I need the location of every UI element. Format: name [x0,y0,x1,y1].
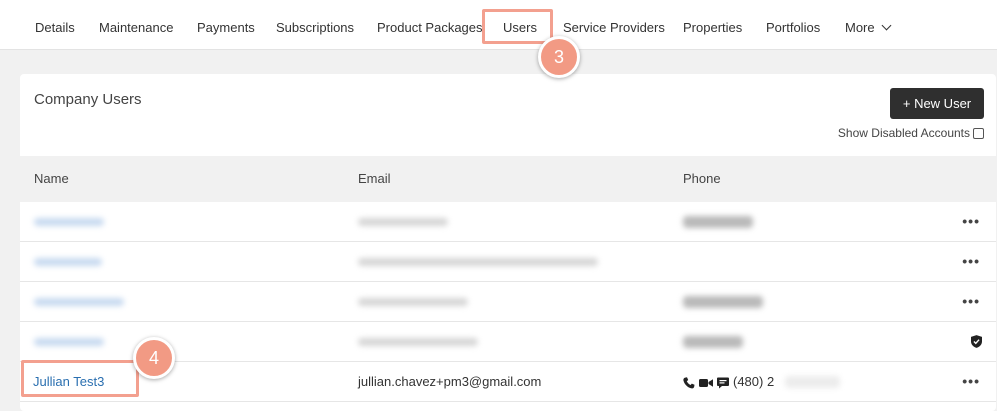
more-icon[interactable]: ••• [962,242,980,280]
video-icon [699,378,713,387]
column-header-email: Email [358,171,391,186]
tab-service-providers[interactable]: Service Providers [563,0,665,50]
tab-product-packages[interactable]: Product Packages [377,0,483,50]
user-email: jullian.chavez+pm3@gmail.com [358,374,542,389]
tab-details[interactable]: Details [35,0,75,50]
redacted-email [358,338,478,346]
tab-subscriptions[interactable]: Subscriptions [276,0,354,50]
chat-icon [717,377,729,389]
card-title: Company Users [34,91,142,108]
redacted-email [358,258,598,266]
step-badge-3: 3 [538,36,580,78]
tab-portfolios[interactable]: Portfolios [766,0,820,50]
user-name-link[interactable]: Jullian Test3 [33,362,104,402]
table-row: ••• [20,282,996,322]
column-header-phone: Phone [683,171,721,186]
chevron-down-icon [881,20,892,31]
step-badge-4: 4 [133,337,175,379]
redacted-name [34,338,104,346]
redacted-name [34,218,104,226]
redacted-phone [683,216,753,228]
redacted-email [358,218,448,226]
show-disabled-toggle[interactable]: Show Disabled Accounts [838,126,984,140]
show-disabled-label: Show Disabled Accounts [837,126,970,140]
tab-payments[interactable]: Payments [197,0,255,50]
checkbox-icon[interactable] [973,127,984,139]
table-row: ••• [20,242,996,282]
redacted-email [358,298,468,306]
tab-properties[interactable]: Properties [683,0,742,50]
table-row: ••• [20,202,996,242]
more-icon[interactable]: ••• [962,282,980,320]
tab-bar: Details Maintenance Payments Subscriptio… [0,0,997,50]
user-phone: (480) 2 [683,362,774,402]
shield-icon [971,335,982,348]
more-icon[interactable]: ••• [962,362,980,400]
tab-users[interactable]: Users [503,0,537,50]
tab-more[interactable]: More [845,0,892,50]
tab-more-label: More [845,20,875,35]
more-icon[interactable]: ••• [962,202,980,240]
redacted-phone-rest [785,376,840,388]
phone-icon [683,376,695,388]
column-header-name: Name [34,171,69,186]
redacted-name [34,298,124,306]
tab-maintenance[interactable]: Maintenance [99,0,173,50]
redacted-phone [683,296,763,308]
redacted-name [34,258,102,266]
user-phone-number: (480) 2 [733,374,775,389]
table-header: Name Email Phone [20,156,996,202]
new-user-button[interactable]: + New User [890,88,984,119]
redacted-phone [683,336,743,348]
contact-icons [683,376,729,389]
